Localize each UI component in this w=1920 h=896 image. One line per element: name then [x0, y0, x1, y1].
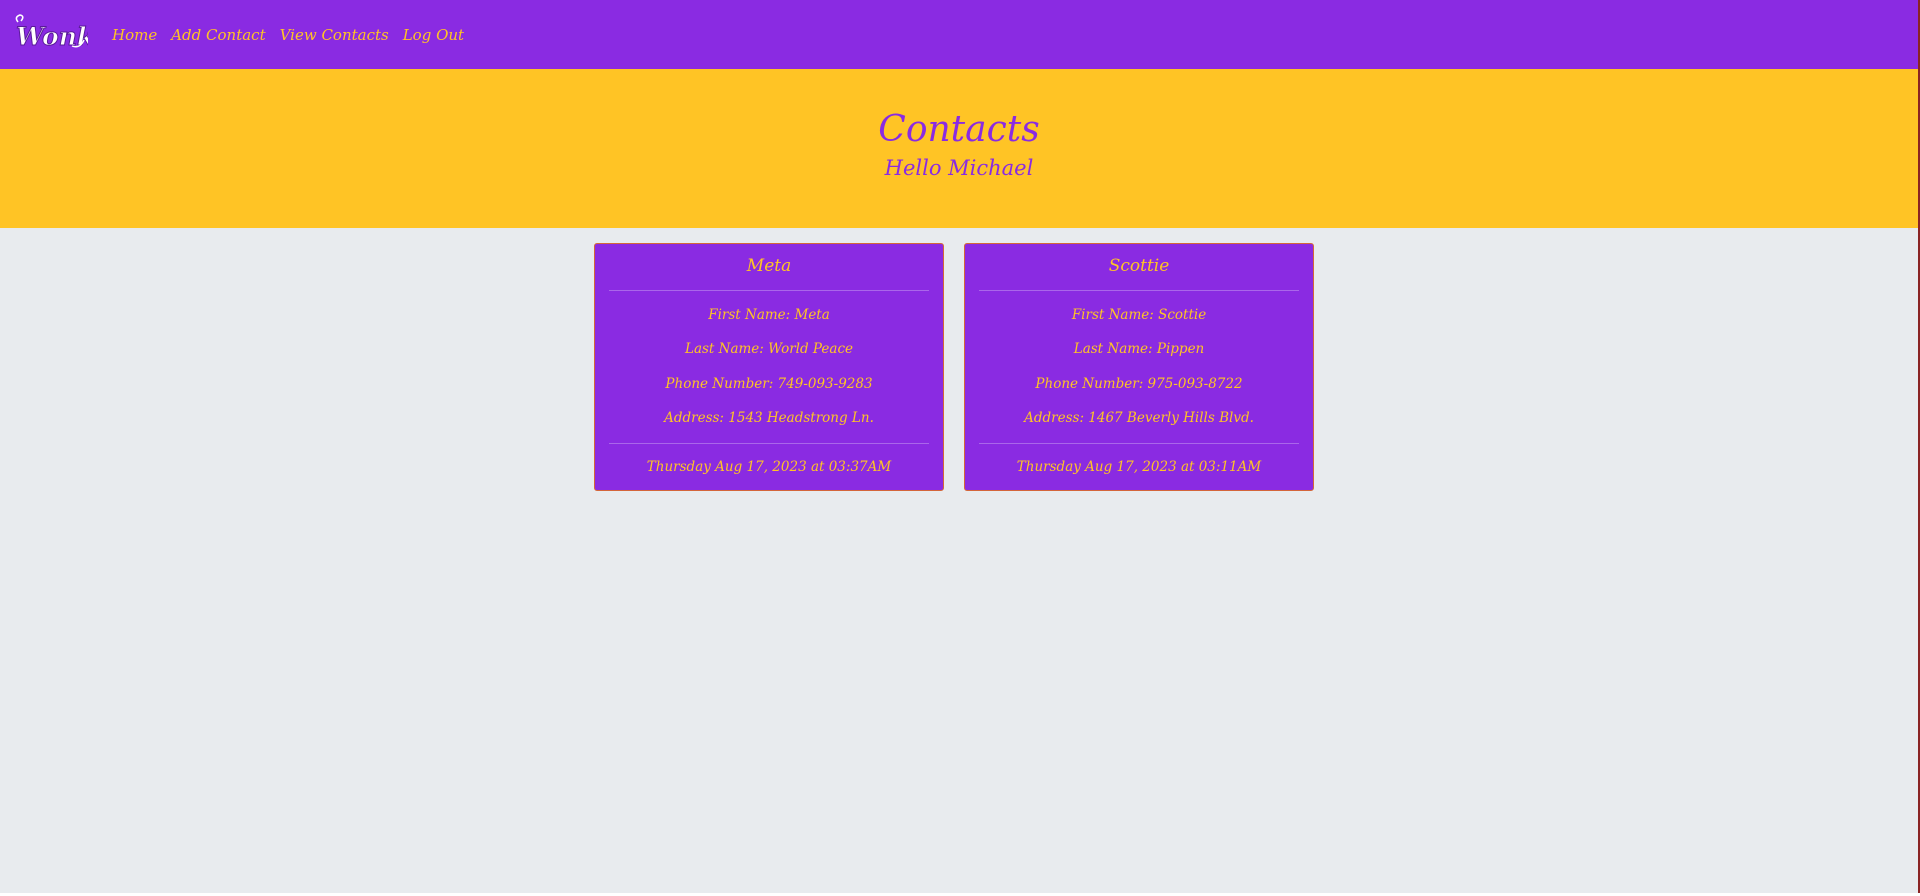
card-divider — [609, 443, 929, 444]
contact-phone: Phone Number: 975-093-8722 — [1035, 376, 1243, 392]
contact-phone: Phone Number: 749-093-9283 — [665, 376, 873, 392]
contact-address: Address: 1543 Headstrong Ln. — [664, 410, 874, 426]
contact-timestamp: Thursday Aug 17, 2023 at 03:37AM — [646, 459, 892, 475]
contact-card-title: Scottie — [1108, 256, 1170, 276]
hero-banner: Contacts Hello Michael — [0, 69, 1918, 228]
contact-card-title: Meta — [746, 256, 792, 276]
nav-link-view-contacts[interactable]: View Contacts — [280, 26, 389, 44]
contact-card: Meta First Name: Meta Last Name: World P… — [594, 243, 944, 491]
wonka-logo-icon: Wonka — [16, 13, 88, 51]
app-window: Wonka Home Add Contact View Contacts Log… — [0, 0, 1920, 893]
contact-last-name: Last Name: World Peace — [684, 341, 853, 357]
contact-first-name: First Name: Scottie — [1071, 307, 1207, 323]
nav-link-log-out[interactable]: Log Out — [403, 26, 464, 44]
contact-card: Scottie First Name: Scottie Last Name: P… — [964, 243, 1314, 491]
card-divider — [979, 290, 1299, 291]
contact-first-name: First Name: Meta — [708, 307, 830, 323]
contact-address: Address: 1467 Beverly Hills Blvd. — [1024, 410, 1254, 426]
navbar: Wonka Home Add Contact View Contacts Log… — [0, 0, 1918, 69]
nav-link-home[interactable]: Home — [112, 26, 157, 44]
contact-last-name: Last Name: Pippen — [1073, 341, 1205, 357]
nav-links: Home Add Contact View Contacts Log Out — [112, 26, 464, 44]
contact-timestamp: Thursday Aug 17, 2023 at 03:11AM — [1016, 459, 1262, 475]
card-divider — [979, 443, 1299, 444]
contact-cards: Meta First Name: Meta Last Name: World P… — [594, 243, 1314, 491]
card-divider — [609, 290, 929, 291]
page-title: Contacts — [878, 109, 1040, 150]
wonka-logo[interactable]: Wonka — [12, 12, 88, 58]
greeting: Hello Michael — [884, 156, 1034, 180]
nav-link-add-contact[interactable]: Add Contact — [171, 26, 265, 44]
